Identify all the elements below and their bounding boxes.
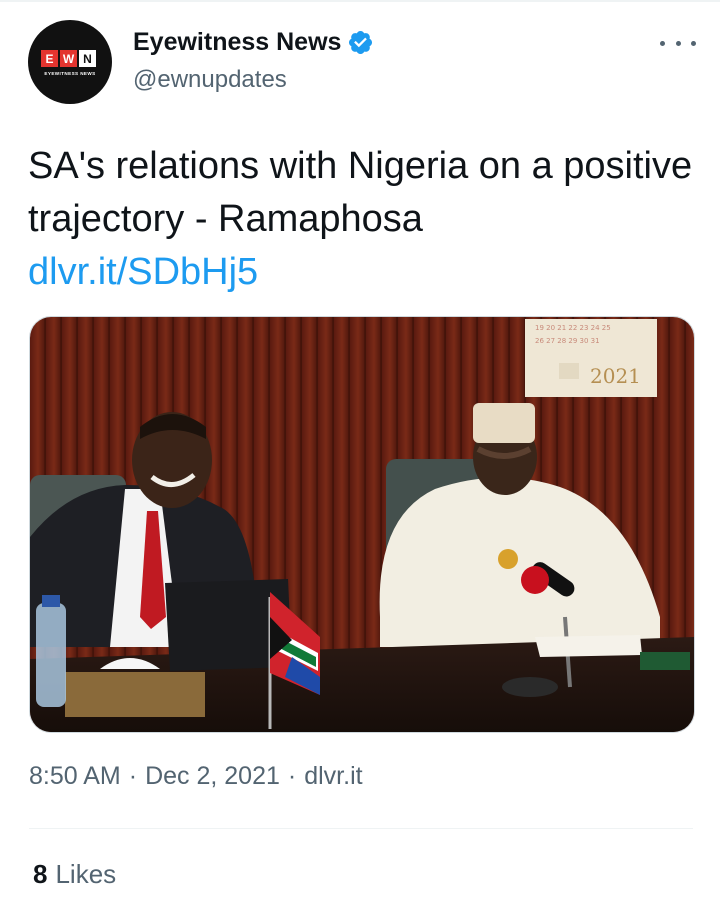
tweet-photo[interactable]: 19 20 21 22 23 24 25 26 27 28 29 30 31 2…: [29, 316, 695, 733]
logo-subtitle: EYEWITNESS NEWS: [44, 71, 96, 76]
likes-label: Likes: [55, 859, 117, 889]
logo-letter-n: N: [79, 50, 96, 67]
svg-text:19 20 21 22 23 24 25: 19 20 21 22 23 24 25: [535, 324, 611, 332]
likes-count: 8: [33, 859, 48, 889]
more-dot: [675, 40, 681, 46]
stats-divider: [29, 828, 693, 829]
tweet-source[interactable]: dlvr.it: [304, 762, 362, 791]
photo-illustration: 19 20 21 22 23 24 25 26 27 28 29 30 31 2…: [30, 317, 694, 732]
more-horizontal-icon[interactable]: [660, 36, 696, 50]
user-handle[interactable]: @ewnupdates: [133, 66, 287, 94]
logo-letter-e: E: [41, 50, 58, 67]
meta-separator: ·: [287, 762, 297, 790]
tweet-text: SA's relations with Nigeria on a positiv…: [28, 140, 698, 299]
author-name-row[interactable]: Eyewitness News: [133, 28, 374, 57]
calendar-year: 2021: [590, 364, 641, 388]
svg-text:26 27 28 29 30 31: 26 27 28 29 30 31: [535, 337, 600, 345]
tweet-body: SA's relations with Nigeria on a positiv…: [28, 145, 693, 240]
more-dot: [660, 40, 665, 46]
meta-separator: ·: [128, 762, 138, 790]
verified-badge-icon: [349, 30, 373, 55]
ewn-logo: E W N: [41, 50, 96, 67]
tweet-date[interactable]: Dec 2, 2021: [145, 762, 280, 791]
display-name[interactable]: Eyewitness News: [133, 28, 341, 57]
profile-avatar[interactable]: E W N EYEWITNESS NEWS: [28, 20, 112, 104]
likes-stat[interactable]: 8 Likes: [33, 859, 116, 890]
tweet-link[interactable]: dlvr.it/SDbHj5: [28, 246, 698, 299]
top-divider: [0, 0, 720, 2]
logo-letter-w: W: [60, 50, 77, 67]
more-dot: [691, 40, 696, 46]
tweet-time[interactable]: 8:50 AM: [29, 762, 121, 791]
tweet-meta: 8:50 AM · Dec 2, 2021 · dlvr.it: [29, 762, 363, 791]
